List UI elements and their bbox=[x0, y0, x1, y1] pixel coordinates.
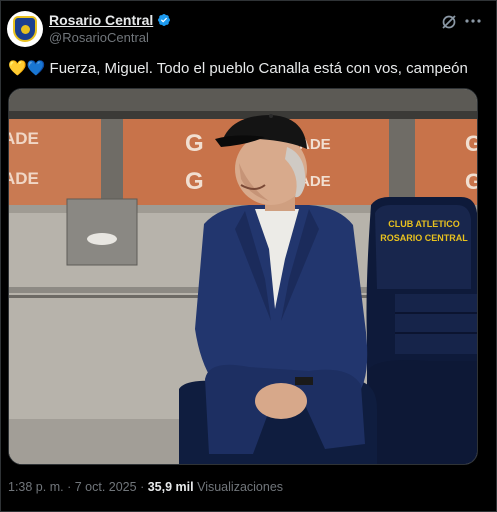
verified-badge-icon bbox=[158, 14, 171, 26]
more-options-icon[interactable] bbox=[463, 11, 483, 31]
author-row: Rosario Central bbox=[49, 12, 171, 28]
meta-separator-2: · bbox=[140, 480, 145, 494]
svg-text:G: G bbox=[465, 131, 478, 156]
author-handle[interactable]: @RosarioCentral bbox=[49, 30, 149, 45]
tweet-meta: 1:38 p. m. · 7 oct. 2025 · 35,9 mil Visu… bbox=[8, 480, 283, 494]
heart-emojis: 💛💙 bbox=[8, 60, 46, 77]
svg-text:ADE: ADE bbox=[9, 169, 39, 188]
svg-text:G: G bbox=[465, 169, 478, 194]
tweet-card: Rosario Central @RosarioCentral 💛💙 Fuerz… bbox=[0, 0, 497, 512]
meta-separator: · bbox=[67, 480, 72, 494]
grok-icon[interactable] bbox=[439, 12, 459, 32]
svg-text:G: G bbox=[185, 168, 204, 195]
tweet-body: Fuerza, Miguel. Todo el pueblo Canalla e… bbox=[49, 60, 468, 77]
banner-text-1: ADE bbox=[9, 129, 39, 148]
seat-text-1: CLUB ATLETICO bbox=[388, 219, 460, 229]
club-crest-icon bbox=[13, 16, 37, 42]
photo-illustration: ADE ADE G G ADE ADE G G CLUB ATLETICO RO… bbox=[9, 89, 478, 464]
author-name[interactable]: Rosario Central bbox=[49, 12, 153, 28]
views-label: Visualizaciones bbox=[197, 480, 284, 494]
tweet-photo[interactable]: ADE ADE G G ADE ADE G G CLUB ATLETICO RO… bbox=[8, 88, 478, 465]
banner-text-2: G bbox=[185, 130, 204, 157]
tweet-time[interactable]: 1:38 p. m. bbox=[8, 480, 64, 494]
seat-text-2: ROSARIO CENTRAL bbox=[380, 233, 468, 243]
tweet-text: 💛💙 Fuerza, Miguel. Todo el pueblo Canall… bbox=[8, 59, 468, 77]
views-count: 35,9 mil bbox=[147, 480, 194, 494]
avatar[interactable] bbox=[7, 11, 43, 47]
tweet-date[interactable]: 7 oct. 2025 bbox=[75, 480, 137, 494]
